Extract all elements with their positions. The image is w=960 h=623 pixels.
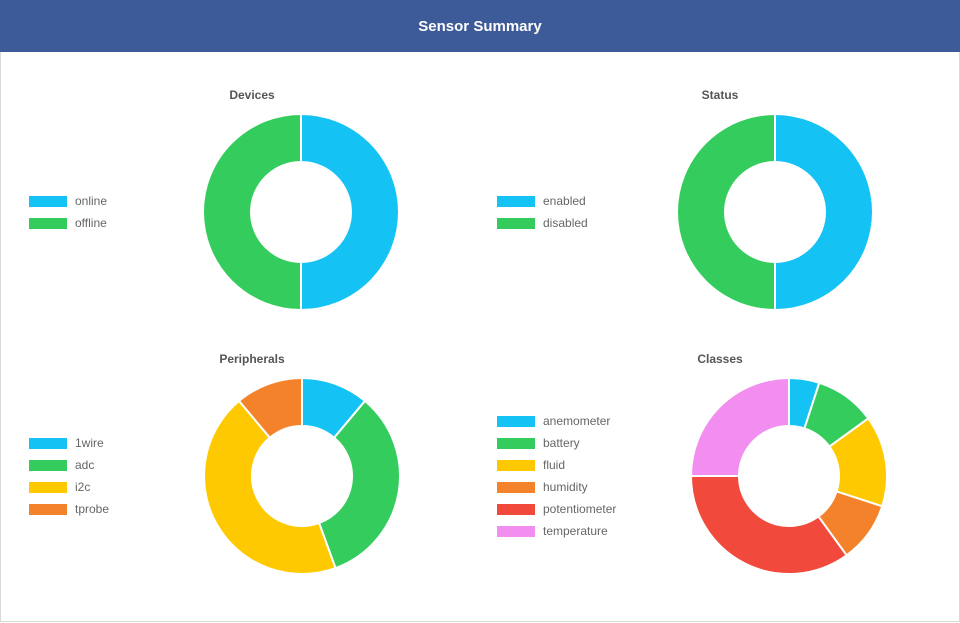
donut-slice-temperature[interactable] xyxy=(689,376,790,477)
donut-slice-potentiometer[interactable] xyxy=(689,475,849,575)
donut-chart-classes xyxy=(689,376,888,575)
